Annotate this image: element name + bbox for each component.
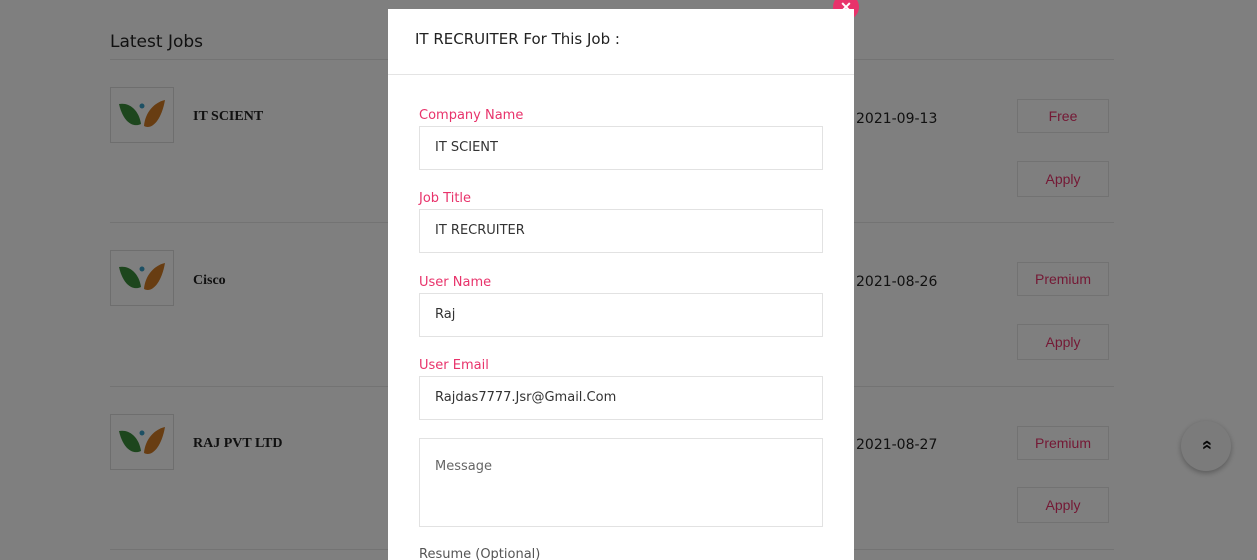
- user-name-field[interactable]: Raj: [419, 293, 823, 337]
- resume-label: Resume (Optional): [419, 547, 541, 560]
- user-name-label: User Name: [419, 275, 492, 290]
- modal-header: IT RECRUITER For This Job :: [388, 9, 854, 75]
- modal-title: IT RECRUITER For This Job :: [415, 30, 620, 48]
- job-title-label: Job Title: [419, 191, 472, 206]
- user-email-label: User Email: [419, 358, 489, 373]
- message-textarea[interactable]: Message: [419, 438, 823, 527]
- user-email-field[interactable]: Rajdas7777.Jsr@Gmail.Com: [419, 376, 823, 420]
- company-name-label: Company Name: [419, 108, 524, 123]
- company-name-field[interactable]: IT SCIENT: [419, 126, 823, 170]
- apply-modal: IT RECRUITER For This Job : Company Name…: [388, 9, 854, 560]
- job-title-field[interactable]: IT RECRUITER: [419, 209, 823, 253]
